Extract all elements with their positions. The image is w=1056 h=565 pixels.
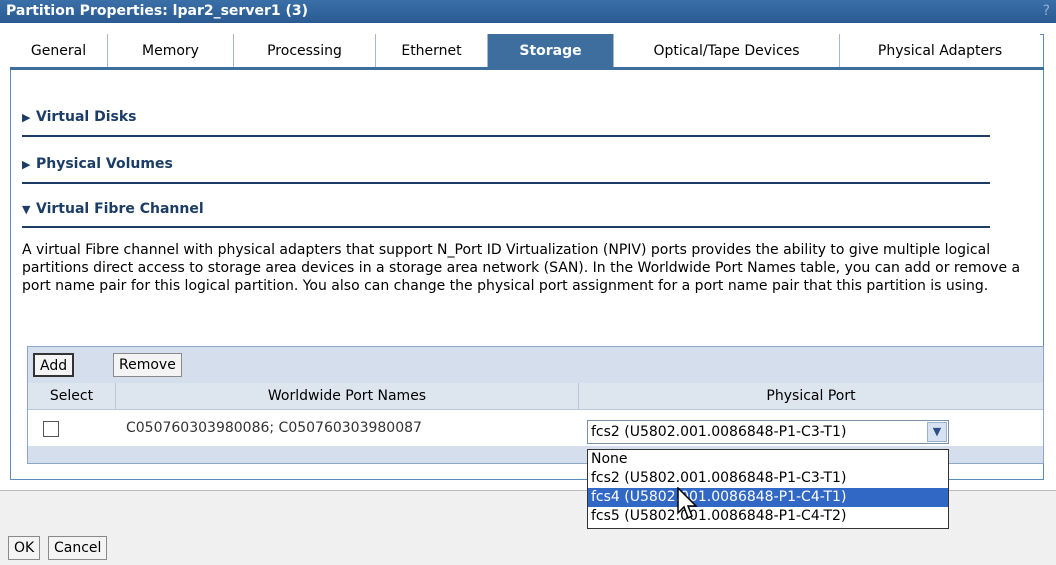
dropdown-option-highlighted[interactable]: fcs4 (U5802.001.0086848-P1-C4-T1) [588, 488, 948, 507]
help-icon[interactable]: ? [1043, 0, 1050, 23]
dropdown-option[interactable]: None [588, 450, 948, 469]
expand-arrow-icon: ▶ [22, 158, 31, 171]
wwpn-cell: C050760303980086; C050760303980087 [126, 420, 422, 436]
tab-storage[interactable]: Storage [488, 34, 614, 68]
expand-arrow-icon: ▶ [22, 111, 31, 124]
tab-bar: General Memory Processing Ethernet Stora… [10, 34, 1044, 68]
wwpn-table: Add Remove Select Worldwide Port Names P… [27, 346, 1044, 464]
cancel-button[interactable]: Cancel [48, 536, 108, 560]
tab-general[interactable]: General [10, 34, 108, 68]
column-header-select[interactable]: Select [28, 383, 116, 410]
tab-ethernet[interactable]: Ethernet [376, 34, 488, 68]
npiv-description: A virtual Fibre channel with physical ad… [22, 242, 1021, 294]
physical-port-select[interactable]: fcs2 (U5802.001.0086848-P1-C3-T1) ▼ [587, 420, 949, 444]
ok-button-main[interactable]: OK [8, 536, 41, 560]
dropdown-option[interactable]: fcs2 (U5802.001.0086848-P1-C3-T1) [588, 469, 948, 488]
section-virtual-disks[interactable]: ▶ Virtual Disks [22, 109, 136, 125]
tab-divider [10, 67, 1044, 70]
remove-button[interactable]: Remove [113, 353, 182, 377]
column-header-wwpn[interactable]: Worldwide Port Names [116, 383, 579, 410]
window-title-text: Partition Properties: lpar2_server1 (3) [6, 3, 308, 19]
tab-processing[interactable]: Processing [234, 34, 376, 68]
section-divider [22, 135, 990, 137]
section-label: Physical Volumes [36, 156, 173, 172]
add-button[interactable]: Add [33, 353, 75, 377]
table-toolbar: Add Remove [28, 347, 1043, 383]
collapse-arrow-icon: ▼ [22, 203, 31, 216]
column-header-physical-port[interactable]: Physical Port [579, 383, 1043, 410]
section-divider [22, 226, 990, 228]
dropdown-option[interactable]: fcs5 (U5802.001.0086848-P1-C4-T2) [588, 507, 948, 526]
window-title: Partition Properties: lpar2_server1 (3) … [0, 0, 1056, 23]
mouse-pointer-icon [677, 487, 698, 520]
section-physical-volumes[interactable]: ▶ Physical Volumes [22, 156, 173, 172]
chevron-down-icon[interactable]: ▼ [927, 422, 947, 442]
tab-memory[interactable]: Memory [108, 34, 234, 68]
tab-physical-adapters[interactable]: Physical Adapters [840, 34, 1040, 68]
section-label: Virtual Disks [36, 109, 137, 125]
selected-port-value: fcs2 (U5802.001.0086848-P1-C3-T1) [591, 424, 847, 440]
section-divider [22, 182, 990, 184]
tab-optical-tape-devices[interactable]: Optical/Tape Devices [614, 34, 840, 68]
section-label: Virtual Fibre Channel [36, 201, 204, 217]
section-virtual-fibre-channel[interactable]: ▼ Virtual Fibre Channel [22, 201, 204, 217]
row-select-checkbox[interactable] [43, 421, 59, 437]
physical-port-dropdown-list: None fcs2 (U5802.001.0086848-P1-C3-T1) f… [587, 449, 949, 529]
